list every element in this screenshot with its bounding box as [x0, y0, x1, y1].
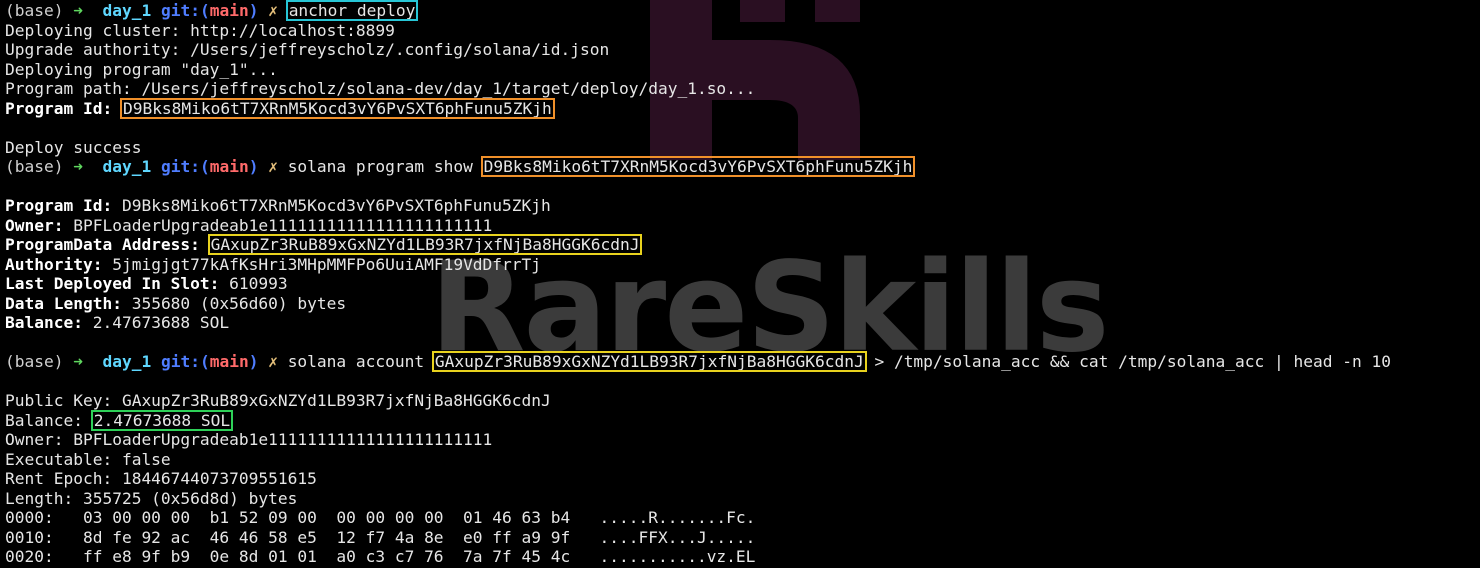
account-balance-value: 2.47673688 SOL	[90, 409, 234, 431]
prompt-arrow-icon: ➜	[73, 1, 83, 20]
program-id-argument: D9Bks8Miko6tT7XRnM5Kocd3vY6PvSXT6phFunu5…	[480, 156, 916, 177]
program-id-line: Program Id: D9Bks8Miko6tT7XRnM5Kocd3vY6P…	[5, 97, 555, 119]
git-dirty-icon: ✗	[268, 1, 278, 20]
output-line: Owner: BPFLoaderUpgradeab1e1111111111111…	[5, 215, 493, 235]
prompt-line: (base) ➜ day_1 git:(main) ✗ solana accou…	[5, 351, 1391, 372]
command-anchor-deploy: anchor deploy	[285, 0, 419, 21]
output-line: Rent Epoch: 18446744073709551615	[5, 469, 317, 488]
output-line: Data Length: 355680 (0x56d60) bytes	[5, 293, 347, 313]
command-solana-account: solana account	[287, 352, 425, 371]
prompt-arrow-icon: ➜	[73, 157, 83, 176]
output-line: Authority: 5jmigjgt77kAfKsHri3MHpMMFPo6U…	[5, 254, 542, 274]
output-line: ProgramData Address: GAxupZr3RuB89xGxNZY…	[5, 234, 643, 255]
output-line: Deploying cluster: http://localhost:8899	[5, 20, 395, 40]
hexdump-line: 0010: 8d fe 92 ac 46 46 58 e5 12 f7 4a 8…	[5, 527, 756, 547]
hexdump-line: 0000: 03 00 00 00 b1 52 09 00 00 00 00 0…	[5, 508, 756, 527]
prompt-arrow-icon: ➜	[73, 352, 83, 371]
output-line: Last Deployed In Slot: 610993	[5, 274, 288, 293]
git-dirty-icon: ✗	[268, 157, 278, 176]
git-dirty-icon: ✗	[268, 352, 278, 371]
account-address-argument: GAxupZr3RuB89xGxNZYd1LB93R7jxfNjBa8HGGK6…	[431, 351, 867, 372]
output-line: Balance: 2.47673688 SOL	[5, 313, 230, 332]
output-line: Executable: false	[5, 449, 171, 469]
output-line: Upgrade authority: /Users/jeffreyscholz/…	[5, 40, 610, 59]
current-directory: day_1	[102, 1, 152, 20]
git-branch: main	[209, 1, 249, 20]
output-line: Length: 355725 (0x56d8d) bytes	[5, 488, 298, 508]
terminal-output[interactable]: (base) ➜ day_1 git:(main) ✗ anchor deplo…	[5, 0, 1391, 567]
prompt-line: (base) ➜ day_1 git:(main) ✗ solana progr…	[5, 156, 916, 177]
command-program-show: solana program show	[287, 157, 473, 176]
programdata-address-value: GAxupZr3RuB89xGxNZYd1LB93R7jxfNjBa8HGGK6…	[207, 234, 643, 255]
output-line: Deploying program "day_1"...	[5, 59, 278, 79]
prompt-line: (base) ➜ day_1 git:(main) ✗ anchor deplo…	[5, 0, 419, 21]
hexdump-line: 0020: ff e8 9f b9 0e 8d 01 01 a0 c3 c7 7…	[5, 547, 756, 566]
output-line: Deploy success	[5, 137, 142, 157]
output-line: Balance: 2.47673688 SOL	[5, 409, 234, 431]
conda-env: (base)	[5, 1, 64, 20]
program-id-value: D9Bks8Miko6tT7XRnM5Kocd3vY6PvSXT6phFunu5…	[119, 97, 555, 119]
output-line: Program Id: D9Bks8Miko6tT7XRnM5Kocd3vY6P…	[5, 196, 551, 215]
output-line: Public Key: GAxupZr3RuB89xGxNZYd1LB93R7j…	[5, 391, 551, 410]
output-line: Program path: /Users/jeffreyscholz/solan…	[5, 79, 756, 98]
output-line: Owner: BPFLoaderUpgradeab1e1111111111111…	[5, 430, 493, 449]
